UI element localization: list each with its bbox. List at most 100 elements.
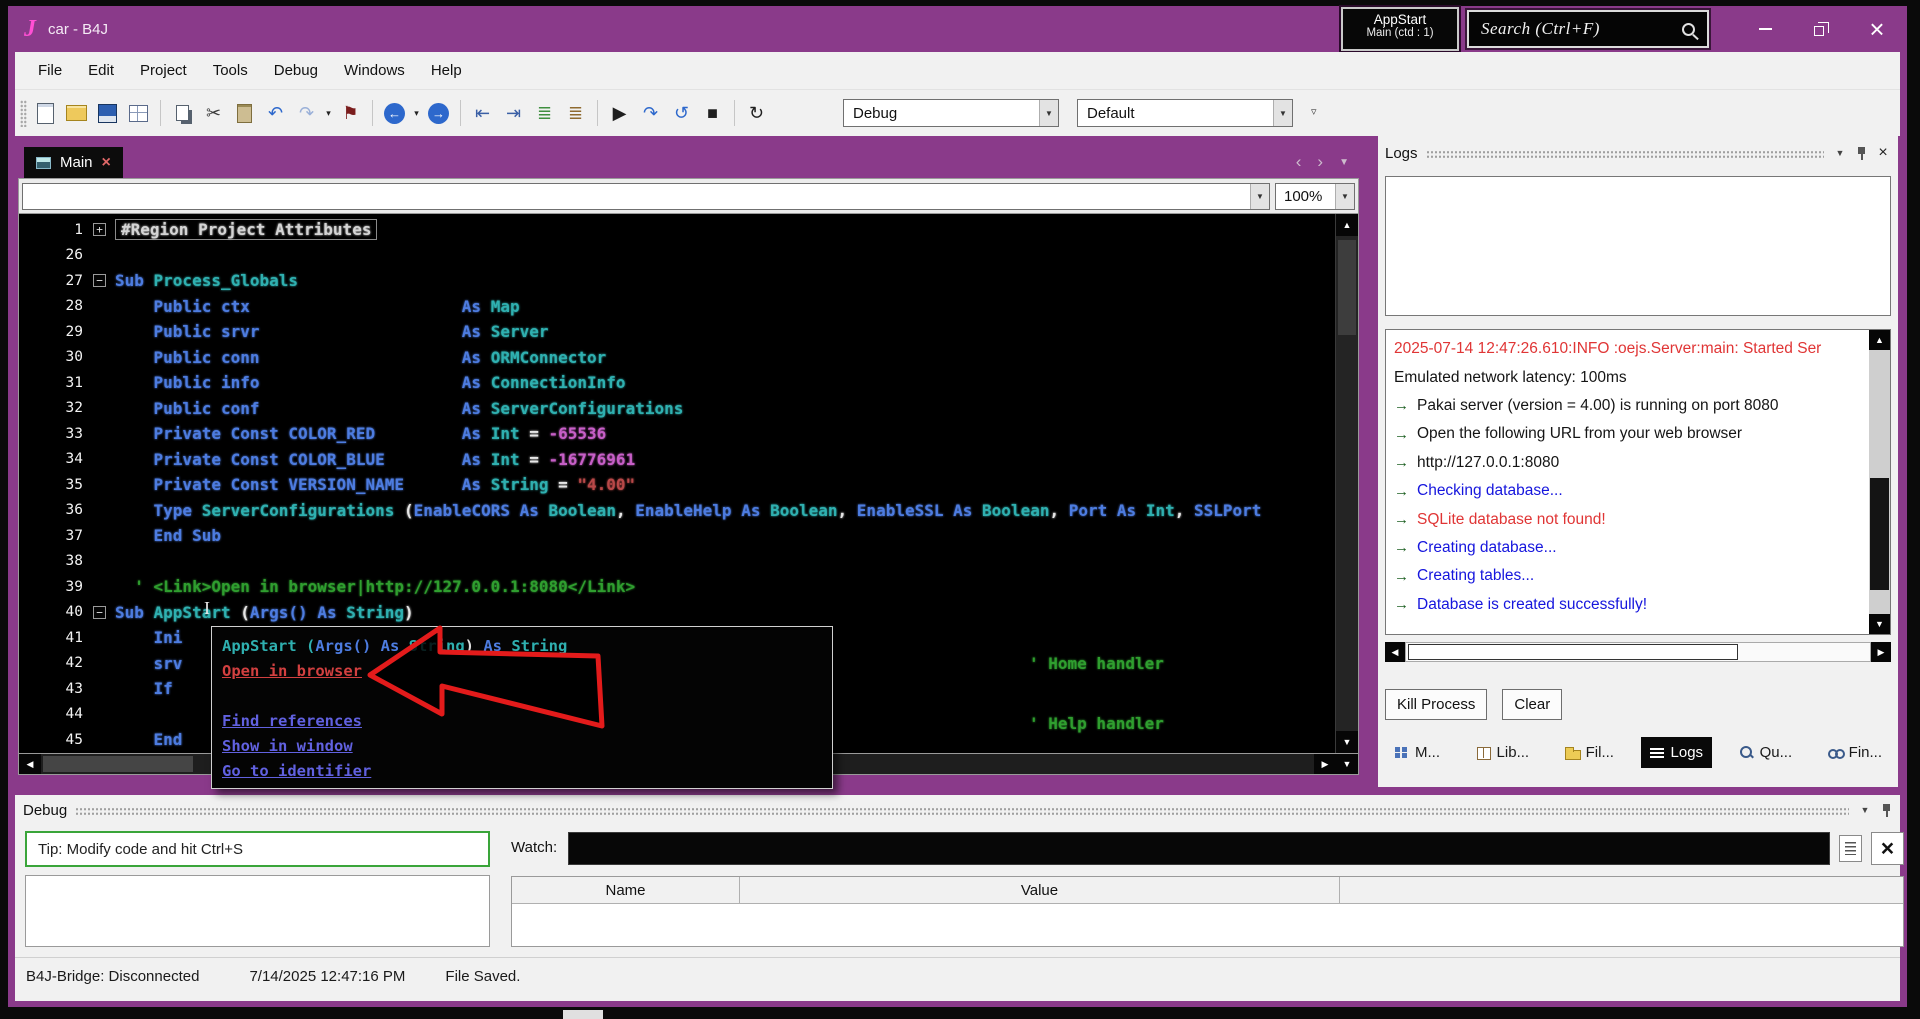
code-line: 37 End Sub	[19, 523, 1335, 549]
column-header-name[interactable]: Name	[512, 877, 740, 903]
menu-item-project[interactable]: Project	[127, 52, 200, 90]
scrollbar-thumb[interactable]	[43, 756, 193, 772]
open-in-browser-link[interactable]: Open in browser	[222, 662, 362, 680]
panel-drag-texture	[1426, 150, 1824, 159]
undo-icon[interactable]: ↶	[261, 98, 290, 128]
scrollbar-thumb[interactable]	[1870, 478, 1889, 590]
menu-item-help[interactable]: Help	[418, 52, 475, 90]
fold-minus-icon[interactable]: −	[83, 606, 115, 619]
chevron-down-icon[interactable]	[1039, 100, 1058, 126]
kill-process-button[interactable]: Kill Process	[1385, 689, 1487, 720]
scroll-right-icon[interactable]	[1871, 642, 1891, 662]
watch-list-button[interactable]	[1839, 835, 1862, 862]
menu-item-windows[interactable]: Windows	[331, 52, 418, 90]
tab-main[interactable]: Main	[24, 147, 123, 178]
menu-item-file[interactable]: File	[25, 52, 75, 90]
chevron-down-icon[interactable]	[1335, 184, 1354, 209]
step-over-icon[interactable]: ↷	[636, 98, 665, 128]
bookmark-icon[interactable]: ⚑	[336, 98, 365, 128]
tab-close-icon[interactable]	[102, 155, 111, 171]
panel-tab-modules[interactable]: M...	[1385, 737, 1449, 768]
member-combobox[interactable]	[22, 183, 1270, 210]
copy-icon[interactable]	[168, 98, 197, 128]
scrollbar-track[interactable]	[1869, 350, 1890, 614]
new-project-icon[interactable]	[31, 98, 60, 128]
outdent-icon[interactable]: ⇤	[468, 98, 497, 128]
save-icon[interactable]	[93, 98, 122, 128]
logs-vertical-scrollbar[interactable]	[1869, 330, 1890, 634]
scrollbar-track[interactable]	[1405, 642, 1871, 662]
toolbar-overflow-icon[interactable]	[1311, 105, 1317, 118]
build-config-select[interactable]: Default	[1077, 99, 1293, 127]
chevron-down-icon[interactable]	[1250, 184, 1269, 209]
toolbar-grip[interactable]	[20, 100, 27, 127]
export-icon[interactable]	[124, 98, 153, 128]
maximize-button[interactable]	[1793, 6, 1849, 52]
logs-horizontal-scrollbar[interactable]	[1385, 642, 1891, 662]
scroll-right-icon[interactable]	[1314, 754, 1336, 774]
close-button[interactable]	[1849, 6, 1905, 52]
column-header-value[interactable]: Value	[740, 877, 1340, 903]
zoom-combobox[interactable]: 100%	[1275, 183, 1355, 210]
fold-minus-icon[interactable]: −	[83, 274, 115, 287]
uncomment-icon[interactable]: ≣	[561, 98, 590, 128]
scroll-corner-icon[interactable]	[1336, 754, 1358, 774]
panel-tab-logs[interactable]: Logs	[1641, 737, 1713, 768]
log-arrow-icon: →	[1394, 596, 1409, 613]
log-text: Database is created successfully!	[1417, 596, 1647, 614]
logs-panel: Logs ▼ 2025-07-14 12:47:26.610:INFO :oej…	[1378, 136, 1898, 787]
panel-tab-files[interactable]: Fil...	[1556, 737, 1623, 768]
panel-tab-quick-search[interactable]: Qu...	[1730, 737, 1802, 768]
redo-icon[interactable]: ↷	[292, 98, 321, 128]
pin-icon[interactable]	[1856, 146, 1867, 161]
pin-icon[interactable]	[1881, 803, 1892, 818]
scroll-left-icon[interactable]	[1385, 642, 1405, 662]
redo-history-caret-icon[interactable]: ▾	[323, 98, 334, 128]
menu-item-debug[interactable]: Debug	[261, 52, 331, 90]
scroll-up-icon[interactable]	[1869, 330, 1890, 350]
comment-icon[interactable]: ≣	[530, 98, 559, 128]
open-project-icon[interactable]	[62, 98, 91, 128]
scroll-up-icon[interactable]	[1336, 214, 1358, 236]
menu-item-tools[interactable]: Tools	[200, 52, 261, 90]
editor-vertical-scrollbar[interactable]	[1335, 214, 1358, 753]
build-mode-select[interactable]: Debug	[843, 99, 1059, 127]
paste-icon[interactable]	[230, 98, 259, 128]
module-sub-navigator[interactable]: AppStart Main (ctd : 1)	[1341, 7, 1459, 51]
menu-item-edit[interactable]: Edit	[75, 52, 127, 90]
navigate-back-icon[interactable]	[380, 98, 409, 128]
close-icon[interactable]	[1875, 144, 1891, 162]
navigate-history-caret-icon[interactable]: ▾	[411, 98, 422, 128]
scrollbar-thumb[interactable]	[1408, 644, 1738, 660]
panel-tab-find-references[interactable]: Fin...	[1819, 737, 1891, 768]
chevron-down-icon[interactable]: ▼	[1832, 148, 1848, 158]
watch-clear-button[interactable]	[1871, 832, 1904, 865]
fold-plus-icon[interactable]: +	[83, 223, 115, 236]
cut-icon[interactable]: ✂	[199, 98, 228, 128]
scroll-left-icon[interactable]	[19, 754, 41, 774]
navigate-forward-icon[interactable]	[424, 98, 453, 128]
scrollbar-thumb[interactable]	[1338, 240, 1356, 335]
search-box[interactable]: Search (Ctrl+F)	[1467, 10, 1709, 48]
scrollbar-track[interactable]	[1336, 236, 1358, 731]
run-icon[interactable]: ▶	[605, 98, 634, 128]
watch-input[interactable]	[568, 832, 1830, 865]
step-into-icon[interactable]: ↺	[667, 98, 696, 128]
line-number: 32	[19, 400, 83, 416]
tooltip-link-go-to-identifier[interactable]: Go to identifier	[222, 762, 371, 780]
clear-button[interactable]: Clear	[1502, 689, 1562, 720]
minimize-button[interactable]	[1737, 6, 1793, 52]
chevron-down-icon[interactable]	[1273, 100, 1292, 126]
tab-scroll-left-icon[interactable]	[1296, 152, 1302, 172]
panel-tab-libraries[interactable]: Lib...	[1467, 737, 1539, 768]
tooltip-link-find-references[interactable]: Find references	[222, 712, 362, 730]
chevron-down-icon[interactable]: ▼	[1857, 805, 1873, 815]
scroll-down-icon[interactable]	[1336, 731, 1358, 753]
tab-scroll-right-icon[interactable]	[1317, 152, 1323, 172]
scroll-down-icon[interactable]	[1869, 614, 1890, 634]
tooltip-link-show-in-window[interactable]: Show in window	[222, 737, 353, 755]
tab-list-icon[interactable]	[1339, 157, 1349, 168]
stop-icon[interactable]: ■	[698, 98, 727, 128]
rebuild-icon[interactable]: ↻	[742, 98, 771, 128]
indent-icon[interactable]: ⇥	[499, 98, 528, 128]
